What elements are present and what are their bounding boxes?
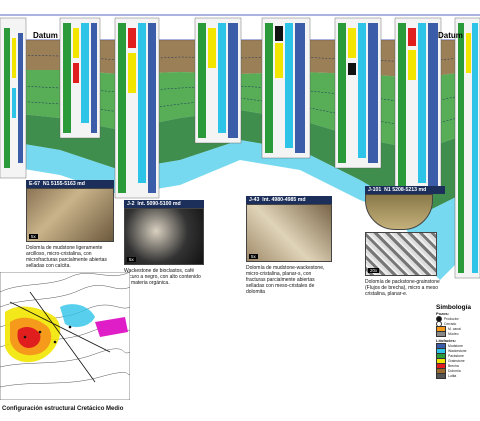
magnification-badge: 5x [249, 254, 258, 259]
thin-section-photo: 20x [365, 232, 437, 276]
core-description: Dolomía de mudstone ligeramente arcillos… [26, 245, 107, 269]
well-name: E-67 [29, 181, 40, 187]
legend-item: Lutita [436, 372, 480, 379]
magnification-badge: 20x [368, 268, 380, 273]
map-title: Configuración estructural Cretácico Medi… [2, 406, 124, 412]
core-header-j43: J-43 Int. 4980-4985 md [246, 196, 332, 204]
core-description: Dolomía de packstone-grainstone (Flujos … [365, 279, 440, 297]
core-sample-e67: E-67 N1 5155-5163 md 5x Dolomía de mudst… [26, 180, 114, 269]
well-name: J-43 [249, 197, 260, 203]
thin-section-photo: 5x [246, 204, 332, 262]
core-description: Dolomía de mudstone-wackestone, micro-cr… [246, 265, 325, 295]
core-header-j2: J-2 Int. 5090-5100 md [124, 200, 204, 208]
structural-map [0, 272, 130, 400]
thin-section-photo: 5x [26, 188, 114, 242]
core-header-j101: J-101 N1 5208-5213 md [365, 186, 445, 194]
legend-item: Núcleo [436, 330, 480, 337]
swatch-icon [436, 372, 446, 379]
magnification-badge: 5x [29, 234, 38, 239]
core-plug-photo [365, 194, 433, 230]
core-sample-j101: J-101 N1 5208-5213 md 20x Dolomía de pac… [365, 186, 445, 297]
well-name: J-101 [368, 187, 382, 193]
well-name: J-2 [127, 201, 135, 207]
legend-title: Simbología [436, 304, 472, 311]
well-interval: N1 5208-5213 md [384, 187, 427, 193]
datum-label-left: Datum [33, 31, 58, 40]
magnification-badge: 5x [127, 257, 136, 262]
core-description: Wackestone de bioclastos, café oscuro a … [124, 268, 201, 286]
well-interval: N1 5155-5163 md [42, 181, 85, 187]
core-header-e67: E-67 N1 5155-5163 md [26, 180, 114, 188]
core-icon [436, 330, 446, 337]
legend-panel: Simbología Pozos: Productor Cerrado M. c… [436, 304, 480, 421]
datum-label-right: Datum [438, 31, 463, 40]
core-sample-j2: J-2 Int. 5090-5100 md 5x Wackestone de b… [124, 200, 204, 286]
well-interval: Int. 5090-5100 md [137, 201, 181, 207]
well-interval: Int. 4980-4985 md [262, 197, 306, 203]
core-sample-j43: J-43 Int. 4980-4985 md 5x Dolomía de mud… [246, 196, 332, 295]
thin-section-photo: 5x [124, 208, 204, 265]
